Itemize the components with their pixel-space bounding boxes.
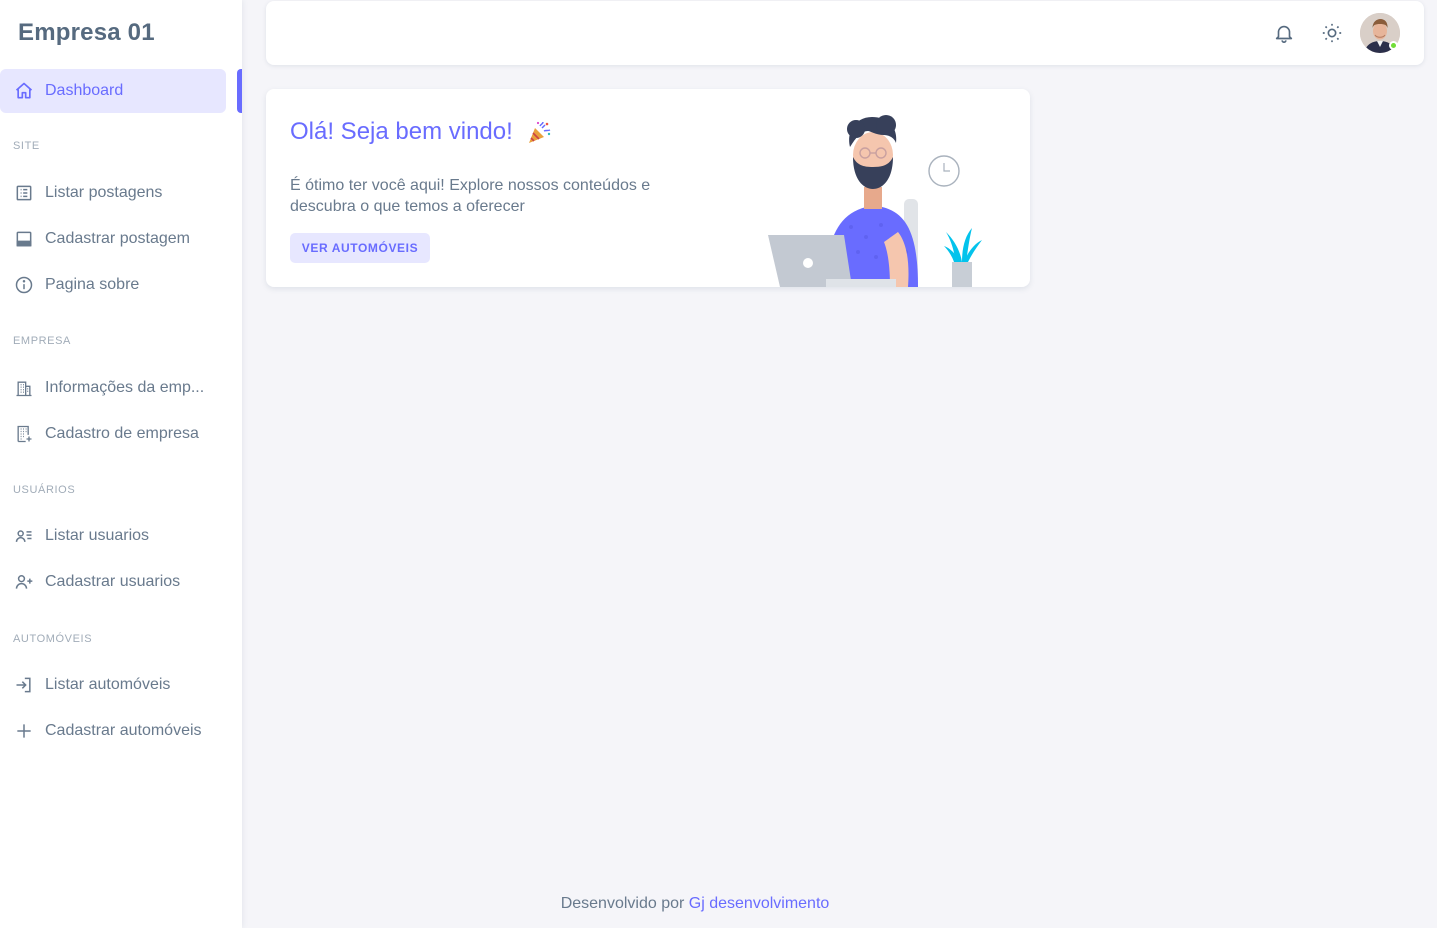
sidebar-item-label: Dashboard — [45, 82, 124, 99]
bell-icon[interactable] — [1271, 20, 1297, 46]
section-header-empresa: EMPRESA — [13, 335, 71, 347]
ver-automoveis-button[interactable]: VER AUTOMÓVEIS — [290, 233, 430, 263]
online-status-dot — [1389, 41, 1398, 50]
building-icon — [14, 378, 34, 398]
log-in-icon — [14, 675, 34, 695]
brand-name[interactable]: Empresa 01 — [18, 19, 155, 47]
sidebar-item-cadastrar-usuarios[interactable]: Cadastrar usuarios — [0, 560, 226, 604]
window-icon — [14, 229, 34, 249]
sidebar-item-listar-automoveis[interactable]: Listar automóveis — [0, 663, 226, 707]
section-header-automoveis: AUTOMÓVEIS — [13, 633, 93, 645]
sidebar-item-label: Cadastrar usuarios — [45, 573, 181, 590]
footer-link[interactable]: Gj desenvolvimento — [689, 895, 830, 912]
sidebar-item-label: Listar usuarios — [45, 527, 150, 544]
welcome-text: É ótimo ter você aqui! Explore nossos co… — [290, 177, 651, 215]
sidebar-item-listar-postagens[interactable]: Listar postagens — [0, 171, 226, 215]
sidebar-item-label: Listar automóveis — [45, 676, 171, 693]
party-popper-icon — [526, 120, 552, 146]
top-navbar — [266, 1, 1424, 65]
sun-icon[interactable] — [1319, 20, 1345, 46]
sidebar: Empresa 01 Dashboard SITE Listar postage… — [0, 0, 242, 928]
plus-icon — [14, 721, 34, 741]
user-plus-icon — [14, 572, 34, 592]
welcome-illustration — [768, 115, 982, 287]
home-icon — [14, 81, 34, 101]
sidebar-item-listar-usuarios[interactable]: Listar usuarios — [0, 514, 226, 558]
sidebar-item-informacoes-empresa[interactable]: Informações da emp... — [0, 366, 226, 410]
sidebar-item-cadastrar-postagem[interactable]: Cadastrar postagem — [0, 217, 226, 261]
footer: Desenvolvido por Gj desenvolvimento — [242, 895, 1148, 913]
sidebar-item-label: Cadastrar automóveis — [45, 722, 202, 739]
section-header-usuarios: USUÁRIOS — [13, 484, 76, 496]
user-list-icon — [14, 526, 34, 546]
sidebar-item-dashboard[interactable]: Dashboard — [0, 69, 226, 113]
sidebar-item-cadastro-empresa[interactable]: Cadastro de empresa — [0, 412, 226, 456]
sidebar-item-label: Cadastro de empresa — [45, 425, 199, 442]
active-indicator — [237, 69, 242, 113]
building-add-icon — [14, 424, 34, 444]
section-header-site: SITE — [13, 140, 40, 152]
welcome-title: Olá! Seja bem vindo! — [290, 118, 513, 145]
sidebar-item-label: Listar postagens — [45, 184, 163, 201]
welcome-card: Olá! Seja bem vindo! É ótimo ter você aq… — [266, 89, 1030, 287]
info-circle-icon — [14, 275, 34, 295]
list-icon — [14, 183, 34, 203]
footer-prefix: Desenvolvido por — [560, 895, 689, 912]
sidebar-item-cadastrar-automoveis[interactable]: Cadastrar automóveis — [0, 709, 226, 753]
sidebar-item-label: Informações da emp... — [45, 379, 205, 396]
sidebar-item-label: Pagina sobre — [45, 276, 140, 293]
sidebar-item-label: Cadastrar postagem — [45, 230, 190, 247]
sidebar-item-pagina-sobre[interactable]: Pagina sobre — [0, 263, 226, 307]
